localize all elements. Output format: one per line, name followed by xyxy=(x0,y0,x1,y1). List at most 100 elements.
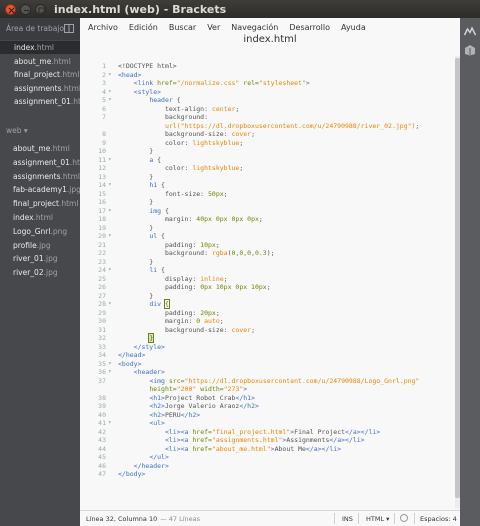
working-file-item[interactable]: assignments.html xyxy=(0,82,80,95)
line-number: 1 xyxy=(102,62,106,70)
minimize-icon xyxy=(24,9,29,11)
project-file-item[interactable]: final_project.html xyxy=(0,197,80,210)
project-file-item[interactable]: index.html xyxy=(0,211,80,224)
code-line: </body> xyxy=(118,470,146,478)
line-number: 40 xyxy=(98,410,106,419)
project-file-ext: .html xyxy=(60,171,80,181)
line-number: 15 xyxy=(98,189,106,198)
line-count: — 47 Líneas xyxy=(160,514,201,523)
working-file-ext: .html xyxy=(51,56,71,66)
line-number: 4 xyxy=(102,87,106,96)
project-file-item[interactable]: assignment_01.html xyxy=(0,156,80,169)
fold-toggle-icon[interactable]: ▾ xyxy=(108,368,112,375)
line-number: 36 xyxy=(98,368,106,376)
project-file-name: Logo_Gnrl xyxy=(13,226,51,236)
working-file-item[interactable]: about_me.html xyxy=(0,55,80,68)
menu-item[interactable]: Ayuda xyxy=(341,23,366,32)
line-number: 28 xyxy=(98,300,106,308)
line-number: 18 xyxy=(98,215,106,223)
language-select[interactable]: HTML ▾ xyxy=(366,515,389,523)
line-number: 26 xyxy=(98,283,106,291)
fold-toggle-icon[interactable]: ▾ xyxy=(108,207,112,214)
project-file-item[interactable]: Logo_Gnrl.png xyxy=(0,225,80,238)
fold-toggle-icon[interactable]: ▾ xyxy=(108,96,112,103)
line-number: 23 xyxy=(98,257,106,266)
project-file-name: river_01 xyxy=(13,254,44,264)
project-file-ext: .html xyxy=(50,144,70,153)
project-file-ext: .html xyxy=(69,157,80,167)
working-file-name: index xyxy=(14,43,35,52)
line-number: 17 xyxy=(98,206,106,215)
line-number: 14 xyxy=(98,181,106,189)
project-file-item[interactable]: assignments.html xyxy=(0,170,80,183)
line-number: 42 xyxy=(98,427,106,436)
project-file-item[interactable]: fab-academy1.jpg xyxy=(0,183,80,196)
project-file-name: about_me xyxy=(13,144,51,153)
working-file-name: final_project xyxy=(14,70,60,79)
fold-toggle-icon[interactable]: ▾ xyxy=(108,88,112,95)
working-files-title: Área de trabajo xyxy=(6,24,65,33)
line-number: 22 xyxy=(98,249,106,257)
project-title[interactable]: web ▾ xyxy=(6,126,28,135)
fold-toggle-icon[interactable]: ▾ xyxy=(108,300,112,307)
fold-toggle-icon[interactable]: ▾ xyxy=(108,156,112,163)
status-bar: Línea 32, Columna 10 — 47 Líneas INS HTM… xyxy=(80,510,460,526)
project-file-item[interactable]: river_01.jpg xyxy=(0,252,80,265)
line-number: 16 xyxy=(98,198,106,206)
code-editor[interactable]: 1 2 ▾ 3 4 ▾ 5 ▾ 6 7 8 9 10 11 ▾ 12 13 14 ▾ 15 16 17 ▾ 18 19 20 ▾ 21… xyxy=(80,56,460,508)
fold-toggle-icon[interactable]: ▾ xyxy=(108,71,112,78)
insert-mode-toggle[interactable]: INS xyxy=(342,515,353,523)
project-file-name: fab-academy1 xyxy=(13,185,67,195)
working-file-ext: .html xyxy=(34,43,54,52)
line-number: 2 xyxy=(102,70,106,79)
project-file-item[interactable]: river_02.jpg xyxy=(0,266,80,279)
fold-toggle-icon[interactable]: ▾ xyxy=(108,232,112,239)
line-number: 47 xyxy=(98,470,106,478)
working-file-item[interactable]: assignment_01.html xyxy=(0,95,80,108)
status-separator xyxy=(394,513,395,524)
menu-item[interactable]: Desarrollo xyxy=(289,23,330,32)
fold-toggle-icon[interactable]: ▾ xyxy=(108,266,112,273)
menu-item[interactable]: Archivo xyxy=(88,23,118,32)
status-separator xyxy=(414,513,415,524)
line-number: 41 xyxy=(98,419,106,427)
file-title: index.html xyxy=(243,34,297,45)
fold-toggle-icon[interactable]: ▾ xyxy=(108,360,112,367)
line-number: 6 xyxy=(102,104,106,113)
indent-setting[interactable]: Espacios: 4 xyxy=(420,515,457,523)
project-file-name: index xyxy=(13,213,34,222)
working-file-item[interactable]: final_project.html xyxy=(0,68,80,81)
minimize-window-button[interactable] xyxy=(20,3,31,15)
working-file-item[interactable]: index.html xyxy=(0,41,80,54)
close-window-button[interactable] xyxy=(5,3,16,15)
menu-item[interactable]: Ver xyxy=(207,23,220,32)
menu-item[interactable]: Navegación xyxy=(231,23,278,32)
working-file-ext: .html xyxy=(61,83,80,93)
project-file-name: final_project xyxy=(13,199,59,209)
project-file-item[interactable]: profile.jpg xyxy=(0,239,80,252)
working-file-name: assignments xyxy=(14,83,62,93)
line-number: 29 xyxy=(98,308,106,317)
line-number: 19 xyxy=(98,223,106,232)
line-number: 24 xyxy=(98,266,106,274)
status-separator xyxy=(334,513,335,524)
lint-status-icon[interactable] xyxy=(400,514,408,522)
project-file-name: river_02 xyxy=(13,268,44,278)
fold-toggle-icon[interactable]: ▾ xyxy=(108,419,112,426)
maximize-window-button[interactable] xyxy=(35,3,46,15)
right-toolbar xyxy=(460,18,480,526)
menu-item[interactable]: Buscar xyxy=(169,23,196,32)
line-number: 44 xyxy=(98,444,106,453)
menu-item[interactable]: Edición xyxy=(129,23,158,32)
line-number: 20 xyxy=(98,232,106,240)
project-file-item[interactable]: about_me.html xyxy=(0,142,80,155)
live-preview-icon[interactable] xyxy=(464,26,476,36)
line-number: 33 xyxy=(98,342,106,351)
split-view-icon[interactable] xyxy=(64,24,74,33)
extension-manager-icon[interactable] xyxy=(464,44,476,56)
project-file-ext: .jpg xyxy=(66,185,80,195)
line-number: 39 xyxy=(98,402,106,410)
fold-toggle-icon[interactable]: ▾ xyxy=(108,181,112,188)
line-number: 31 xyxy=(98,325,106,334)
project-file-ext: .jpg xyxy=(43,268,58,278)
